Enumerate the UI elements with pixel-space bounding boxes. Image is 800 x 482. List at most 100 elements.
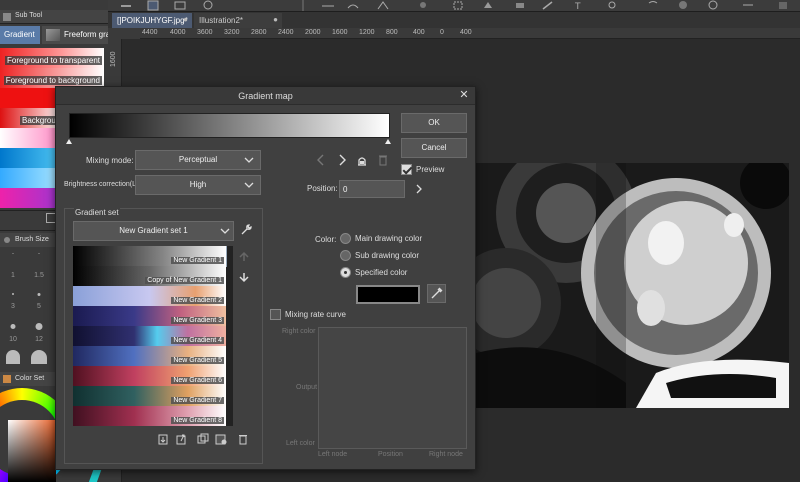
import-icon[interactable]: [157, 433, 169, 445]
chevron-left-icon[interactable]: [315, 153, 327, 167]
settings-icon[interactable]: [775, 0, 791, 11]
redo-icon[interactable]: [345, 0, 361, 11]
brush-size-cell[interactable]: 1: [0, 250, 26, 279]
preview-checkbox[interactable]: [401, 164, 412, 175]
list-item[interactable]: New Gradient 7: [73, 386, 226, 406]
list-item[interactable]: New Gradient 6: [73, 366, 226, 386]
move-down-icon[interactable]: [238, 271, 250, 283]
mixing-mode-select[interactable]: Perceptual: [135, 150, 261, 170]
close-icon[interactable]: ✕: [458, 89, 470, 101]
select-tool-icon[interactable]: [450, 0, 466, 11]
zoom-tool-icon[interactable]: [605, 0, 621, 11]
trash-icon[interactable]: [237, 433, 249, 445]
eraser-tool-icon[interactable]: [512, 0, 528, 11]
wrench-icon[interactable]: [239, 223, 253, 237]
trash-icon[interactable]: [377, 153, 389, 167]
chevron-right-icon[interactable]: [336, 153, 348, 167]
gradient-set-select[interactable]: New Gradient set 1: [73, 221, 234, 241]
cancel-button[interactable]: Cancel: [401, 138, 467, 158]
sub-drawing-color-label: Sub drawing color: [355, 251, 420, 260]
tab-modified-dot-icon[interactable]: ●: [273, 15, 278, 24]
list-item[interactable]: New Gradient 1: [73, 246, 227, 267]
brush-size-cell[interactable]: 5: [26, 290, 52, 310]
specified-color-radio[interactable]: [340, 267, 351, 278]
brush-size-cell[interactable]: [0, 350, 26, 370]
mixing-rate-curve-checkbox[interactable]: [270, 309, 281, 320]
tab-modified-dot-icon[interactable]: ●: [183, 15, 188, 24]
sub-tool-header: Sub Tool: [0, 10, 108, 24]
fill-tool-icon[interactable]: [480, 0, 496, 11]
document-tab[interactable]: []POIKJUHYGF.jpg* ●: [112, 13, 192, 28]
left-node-label: Left node: [318, 451, 348, 458]
gradient-stop-left-icon[interactable]: [66, 139, 72, 144]
list-item[interactable]: New Gradient 3: [73, 306, 226, 326]
ok-button[interactable]: OK: [401, 113, 467, 133]
add-gradient-icon[interactable]: [215, 433, 227, 445]
rotate-icon[interactable]: [645, 0, 661, 11]
save-icon[interactable]: [145, 0, 161, 11]
artwork-image: [476, 163, 789, 408]
gear-icon[interactable]: [200, 0, 216, 11]
tab-freeform-gradient[interactable]: Freeform gra: [42, 26, 108, 44]
export-icon[interactable]: [175, 433, 187, 445]
ruler-label: 0: [440, 29, 444, 36]
canvas-artwork[interactable]: [476, 163, 789, 408]
list-item[interactable]: New Gradient 2: [73, 286, 226, 306]
list-item-label: Backgrou: [20, 116, 58, 125]
list-item[interactable]: Foreground to background: [0, 68, 104, 88]
gradient-list-toolbar: [157, 433, 262, 449]
brush-size-cell[interactable]: 12: [26, 322, 52, 343]
color-saturation-square[interactable]: [8, 420, 56, 482]
brush-size-cell[interactable]: [26, 350, 52, 370]
ruler-label: 4400: [142, 29, 158, 36]
main-drawing-color-radio[interactable]: [340, 233, 351, 244]
hand-tool-icon[interactable]: [705, 0, 721, 11]
pen-tool-icon[interactable]: [540, 0, 556, 11]
brush-tool-icon[interactable]: [415, 0, 431, 11]
tab-gradient[interactable]: Gradient: [0, 26, 40, 44]
list-item[interactable]: Foreground to transparent: [0, 48, 104, 68]
brush-size-cell[interactable]: 10: [0, 322, 26, 343]
move-up-icon[interactable]: [238, 251, 250, 263]
gradient-name: New Gradient 4: [171, 337, 224, 344]
layer-icon[interactable]: [172, 0, 188, 11]
eyedropper-button[interactable]: [427, 284, 446, 303]
gradient-name: New Gradient 7: [171, 397, 224, 404]
text-tool-icon[interactable]: T: [570, 0, 586, 11]
shape-tool-icon[interactable]: [675, 0, 691, 11]
ruler-corner: [108, 28, 140, 39]
list-item[interactable]: New Gradient 4: [73, 326, 226, 346]
transform-icon[interactable]: [375, 0, 391, 11]
list-item[interactable]: Copy of New Gradient 1: [73, 266, 226, 286]
position-input[interactable]: 0: [339, 180, 405, 198]
chevron-down-icon: [244, 157, 254, 163]
gradient-list: New Gradient 1 Copy of New Gradient 1 Ne…: [73, 246, 233, 426]
position-label: Position:: [307, 184, 338, 193]
color-label: Color:: [315, 235, 337, 244]
ruler-label: 2800: [251, 29, 267, 36]
gradient-preview-bar[interactable]: [69, 113, 390, 138]
brush-size-cell[interactable]: 3: [0, 290, 26, 310]
list-item[interactable]: New Gradient 8: [73, 406, 226, 426]
mixing-rate-curve-graph[interactable]: [318, 327, 467, 449]
document-tab-label: []POIKJUHYGF.jpg*: [117, 16, 188, 25]
menu-icon[interactable]: [118, 0, 134, 11]
flip-icon[interactable]: [740, 0, 756, 11]
main-drawing-color-label: Main drawing color: [355, 234, 423, 243]
ruler-label: 3200: [224, 29, 240, 36]
preview-label: Preview: [416, 165, 445, 174]
gradient-stop-right-icon[interactable]: [385, 139, 391, 144]
sub-drawing-color-radio[interactable]: [340, 250, 351, 261]
brush-size-cell[interactable]: 1.5: [26, 250, 52, 279]
specified-color-swatch[interactable]: [356, 285, 420, 304]
add-node-icon[interactable]: [356, 153, 368, 167]
document-tab-label: Illustration2*: [199, 16, 244, 25]
document-tab[interactable]: Illustration2* ●: [194, 13, 282, 28]
brightness-correction-select[interactable]: High: [135, 175, 261, 195]
left-color-label: Left color: [286, 440, 315, 447]
chevron-right-icon[interactable]: [413, 182, 425, 196]
undo-icon[interactable]: [320, 0, 336, 11]
brush-size-icon: [3, 236, 11, 244]
list-item[interactable]: New Gradient 5: [73, 346, 226, 366]
duplicate-icon[interactable]: [197, 433, 209, 445]
